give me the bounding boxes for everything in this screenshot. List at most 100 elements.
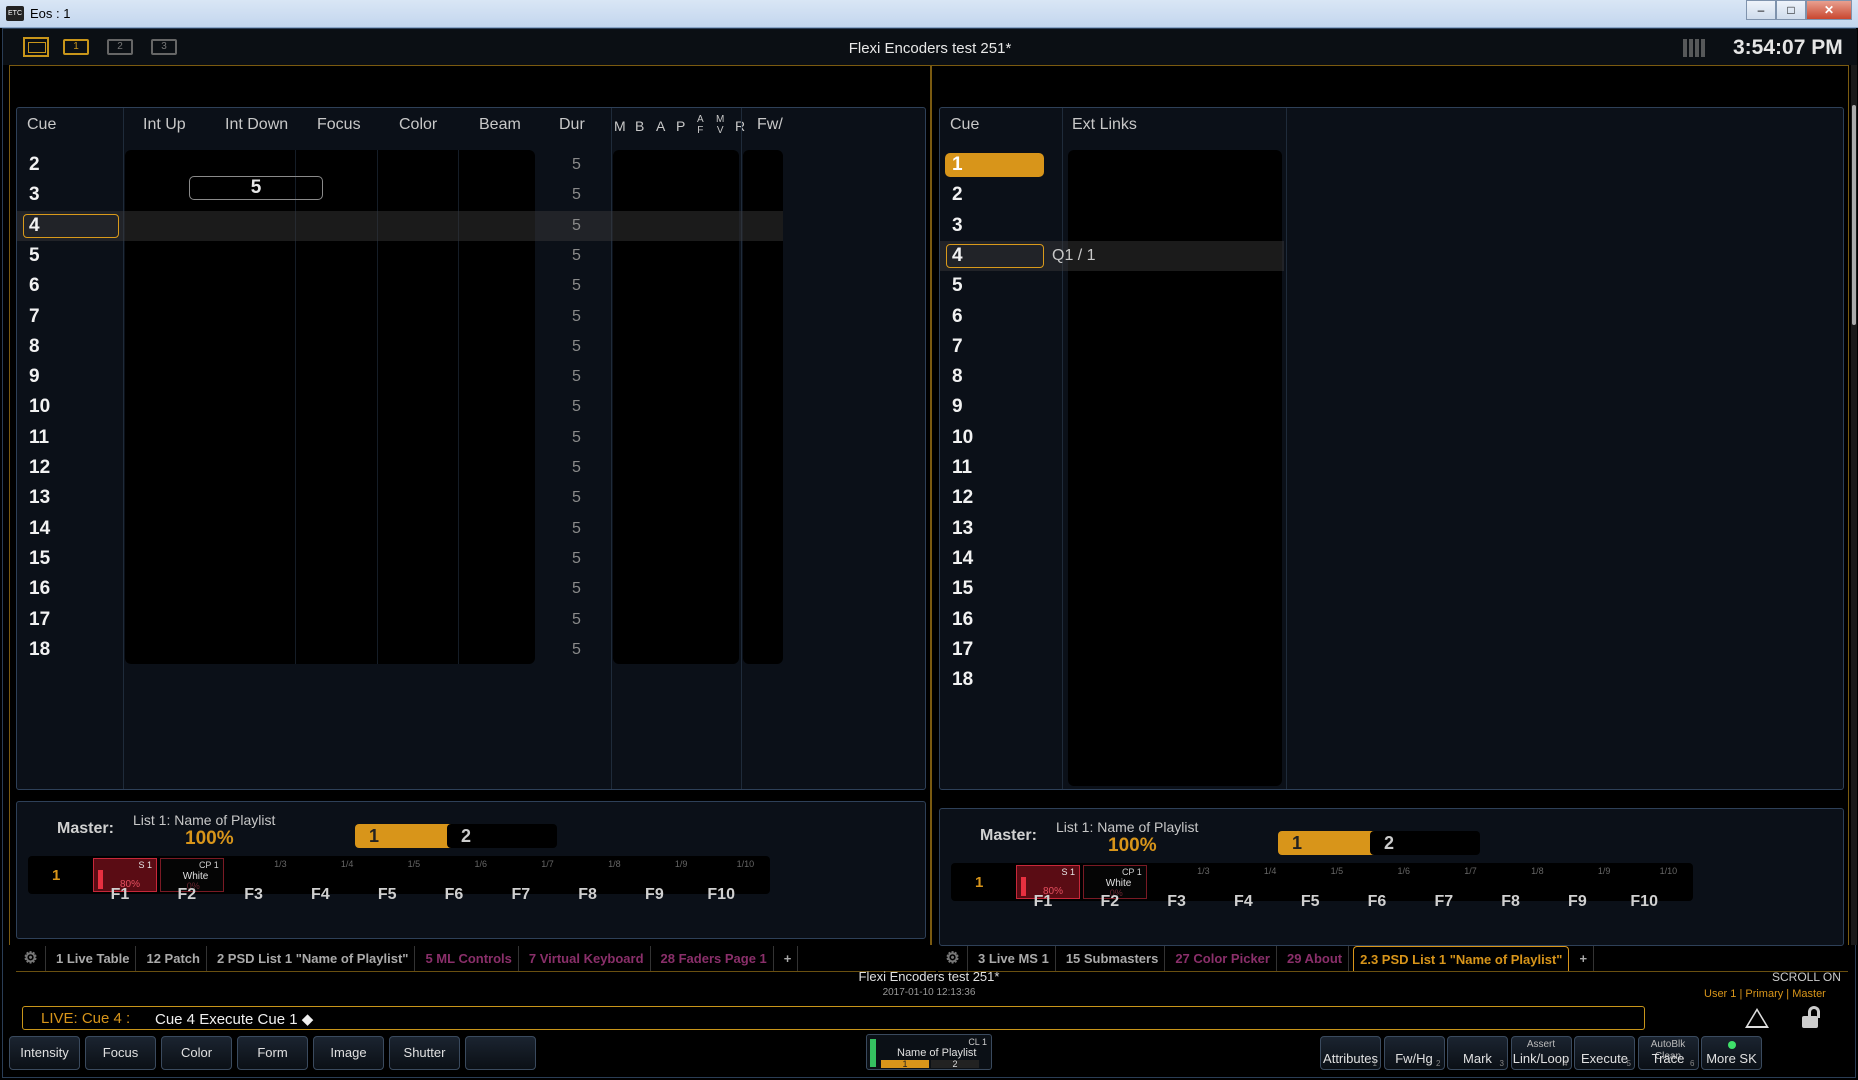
fkey-f5[interactable]: F5 [357,886,417,904]
softkey-focus[interactable]: Focus [85,1036,156,1070]
table-row[interactable]: 10 5 [17,392,783,422]
header-color[interactable]: Color [399,116,437,134]
table-row[interactable]: 7 [940,332,1284,362]
header-cue[interactable]: Cue [27,116,56,134]
softkey-shutter[interactable]: Shutter [389,1036,460,1070]
softkey-trace[interactable]: AutoBlk Clean Trace 6 [1637,1036,1699,1070]
table-row[interactable]: 18 [940,665,1284,695]
table-row[interactable]: 13 [940,514,1284,544]
table-row[interactable]: 10 [940,423,1284,453]
fkey-f9[interactable]: F9 [624,886,684,904]
softkey-attributes[interactable]: Attributes 1 [1320,1036,1381,1070]
header-int-up[interactable]: Int Up [143,116,186,134]
scrollbar[interactable] [1851,65,1857,945]
table-row[interactable]: 4 Q1 / 1 [940,240,1284,271]
table-row[interactable]: 12 5 [17,453,783,483]
table-row[interactable]: 16 [940,605,1284,635]
table-row[interactable]: 85 [17,332,783,362]
table-row[interactable]: 6 [940,302,1284,332]
grid-icon[interactable] [1683,39,1707,57]
header-b[interactable]: B [635,118,644,134]
table-row[interactable]: 11 5 [17,423,783,453]
fkey-f6[interactable]: F6 [424,886,484,904]
table-row[interactable]: 9 [940,392,1284,422]
table-row[interactable]: 25 [17,150,783,180]
table-row[interactable]: 16 5 [17,574,783,604]
playback-fader[interactable]: CL 1 Name of Playlist 1 2 [866,1034,992,1070]
warning-icon[interactable] [1745,1008,1769,1028]
table-row[interactable]: 14 [940,544,1284,574]
eos-app: 1 2 3 Flexi Encoders test 251* 3:54:07 P… [2,28,1857,1078]
maximize-icon[interactable]: □ [1776,0,1806,20]
header-m[interactable]: M [614,118,626,134]
fkey-f2[interactable]: F2 [157,886,217,904]
fkey-f3[interactable]: F3 [224,886,284,904]
softkey-form[interactable]: Form [237,1036,308,1070]
table-row[interactable]: 13 5 [17,483,783,513]
table-row[interactable]: 12 [940,483,1284,513]
header-a[interactable]: A [656,118,665,134]
fkey-f8[interactable]: F8 [1481,893,1541,911]
table-row[interactable]: 18 5 [17,635,783,665]
table-row[interactable]: 17 [940,635,1284,665]
table-row[interactable]: 95 [17,362,783,392]
fkey-f9[interactable]: F9 [1547,893,1607,911]
table-row[interactable]: 1 [940,150,1284,180]
header-focus[interactable]: Focus [317,116,361,134]
table-row[interactable]: 45 [17,210,783,241]
table-row[interactable]: 75 [17,302,783,332]
softkey-blank[interactable] [465,1036,536,1070]
softkey-execute[interactable]: Execute 5 [1574,1036,1635,1070]
softkey-link-loop[interactable]: Assert Link/Loop 4 [1510,1036,1572,1070]
fkey-f3[interactable]: F3 [1147,893,1207,911]
softkey-fw-hg[interactable]: Fw/Hg 2 [1383,1036,1445,1070]
header-dur[interactable]: Dur [559,116,585,134]
fkey-f8[interactable]: F8 [558,886,618,904]
status-show-title: Flexi Encoders test 251* [858,969,1000,984]
table-row[interactable]: 2 [940,180,1284,210]
header-beam[interactable]: Beam [479,116,521,134]
close-icon[interactable]: ✕ [1806,0,1852,20]
header-fw[interactable]: Fw/ [757,116,783,134]
table-row[interactable]: 35 [17,180,783,210]
fader-page-2-button[interactable]: 2 [1370,831,1480,855]
table-row[interactable]: 65 [17,271,783,301]
fkey-f7[interactable]: F7 [491,886,551,904]
fkey-f4[interactable]: F4 [1213,893,1273,911]
command-line[interactable]: LIVE: Cue 4 : Cue 4 Execute Cue 1 ◆ [22,1006,1645,1030]
softkey-more-sk[interactable]: More SK [1701,1036,1762,1070]
softkey-image[interactable]: Image [313,1036,384,1070]
softkey-color[interactable]: Color [161,1036,232,1070]
table-row[interactable]: 5 [940,271,1284,301]
header-cue[interactable]: Cue [950,116,979,134]
header-af[interactable]: AF [697,114,704,136]
table-row[interactable]: 17 5 [17,605,783,635]
table-row[interactable]: 15 [940,574,1284,604]
table-row[interactable]: 14 5 [17,514,783,544]
fkey-f2[interactable]: F2 [1080,893,1140,911]
header-int-down[interactable]: Int Down [225,116,288,134]
int-up-field[interactable]: 5 [189,176,323,200]
fkey-f5[interactable]: F5 [1280,893,1340,911]
table-row[interactable]: 8 [940,362,1284,392]
table-row[interactable]: 3 [940,211,1284,241]
fader-page-2-button[interactable]: 2 [447,824,557,848]
fkey-f4[interactable]: F4 [290,886,350,904]
table-row[interactable]: 55 [17,241,783,271]
fkey-f10[interactable]: F10 [1614,893,1674,911]
fkey-f6[interactable]: F6 [1347,893,1407,911]
table-row[interactable]: 15 5 [17,544,783,574]
header-p[interactable]: P [676,118,685,134]
softkey-mark[interactable]: Mark 3 [1447,1036,1508,1070]
lock-icon[interactable] [1800,1006,1822,1028]
fader-slot-label: 1/3 [274,859,287,869]
minimize-icon[interactable]: – [1746,0,1776,20]
fkey-f7[interactable]: F7 [1414,893,1474,911]
fkey-f1[interactable]: F1 [90,886,150,904]
fkey-f10[interactable]: F10 [691,886,751,904]
table-row[interactable]: 11 [940,453,1284,483]
fkey-f1[interactable]: F1 [1013,893,1073,911]
header-ext-links[interactable]: Ext Links [1072,116,1137,134]
header-mv[interactable]: MV [716,114,724,136]
softkey-intensity[interactable]: Intensity [9,1036,80,1070]
